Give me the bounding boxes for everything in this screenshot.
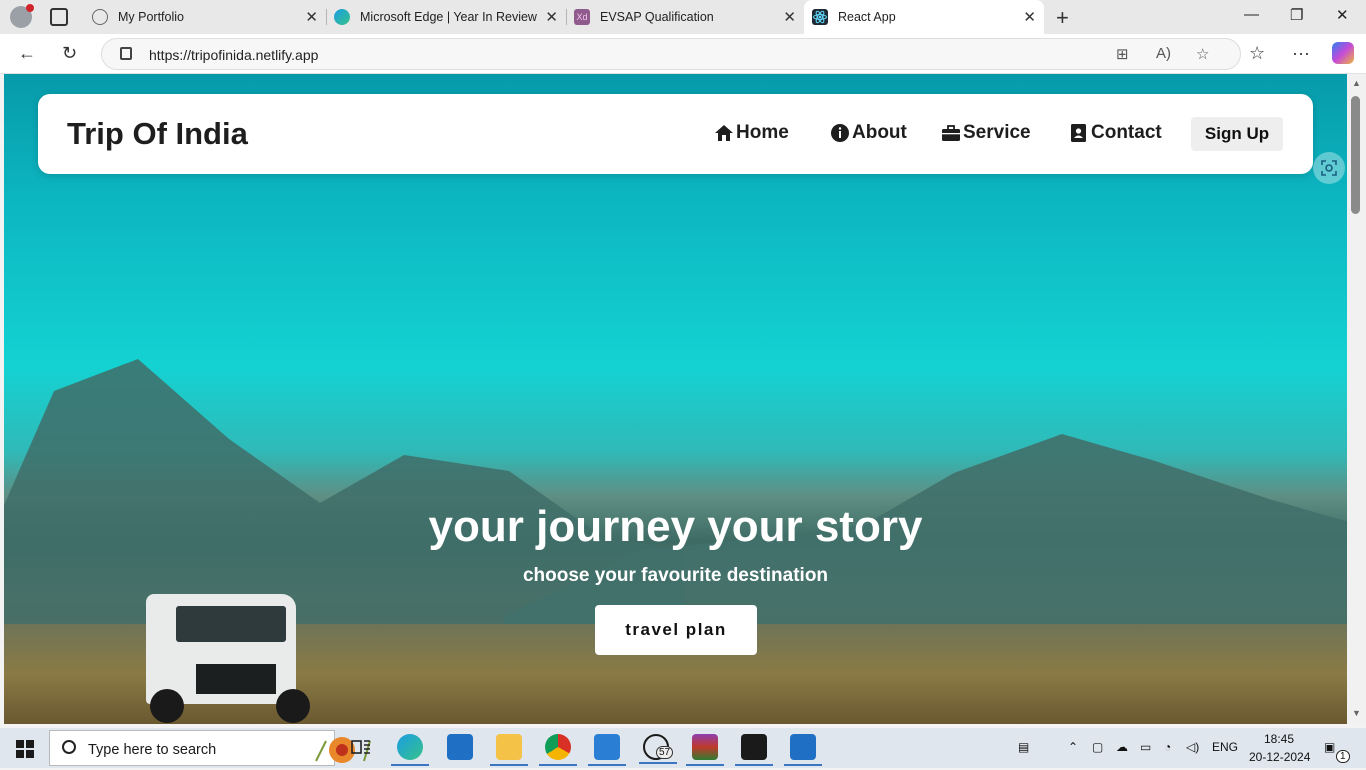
app-available-icon[interactable]: ⊞ [1116, 45, 1129, 63]
react-icon [812, 9, 828, 25]
news-widget-icon[interactable]: ▤ [1018, 740, 1029, 754]
onedrive-icon[interactable]: ☁ [1116, 740, 1128, 754]
scroll-down-icon[interactable]: ▼ [1352, 708, 1361, 718]
sign-up-button[interactable]: Sign Up [1191, 117, 1283, 151]
nav-service-link[interactable]: Service [941, 122, 1031, 144]
more-menu-icon[interactable]: ··· [1292, 43, 1310, 64]
search-placeholder: Type here to search [88, 742, 217, 758]
notification-icon[interactable]: ▣ [1324, 740, 1335, 754]
terminal-icon[interactable] [735, 734, 773, 766]
clock-time[interactable]: 18:45 [1264, 732, 1294, 746]
battery-icon[interactable]: ▭ [1140, 740, 1151, 754]
travel-plan-button[interactable]: travel plan [595, 605, 757, 655]
info-circle-icon [830, 123, 850, 143]
show-hidden-icons[interactable]: ⌃ [1068, 740, 1078, 754]
tab-strip: My Portfolio ✕ Microsoft Edge | Year In … [0, 0, 1366, 34]
profile-avatar[interactable] [10, 4, 34, 28]
browser-toolbar: ← ↻ https://tripofinida.netlify.app ⊞ A)… [0, 34, 1366, 74]
hero-title: your journey your story [428, 502, 923, 551]
window-close-icon[interactable]: ✕ [1336, 6, 1349, 24]
tab-year-in-review[interactable]: Microsoft Edge | Year In Review ✕ [326, 0, 566, 34]
wifi-icon[interactable]: ◔ [1164, 740, 1171, 754]
notification-count-badge: 1 [1336, 750, 1350, 763]
winrar-icon[interactable] [686, 734, 724, 766]
tab-my-portfolio[interactable]: My Portfolio ✕ [84, 0, 326, 34]
favorites-icon[interactable]: ☆ [1249, 43, 1265, 64]
xd-icon: Xd [574, 9, 590, 25]
brand-logo[interactable]: Trip Of India [67, 116, 248, 152]
close-icon[interactable]: ✕ [1023, 8, 1036, 26]
scrollbar-thumb[interactable] [1351, 96, 1360, 214]
favorite-star-icon[interactable]: ☆ [1196, 45, 1209, 63]
vscode-icon[interactable] [588, 734, 626, 766]
meet-now-icon[interactable]: ▢ [1092, 740, 1103, 754]
task-view-icon[interactable] [348, 734, 374, 760]
search-icon [62, 740, 76, 754]
url-text[interactable]: https://tripofinida.netlify.app [149, 47, 318, 63]
nav-contact-link[interactable]: Contact [1069, 122, 1162, 144]
page-viewport: Trip Of India Home About Service Contact [4, 74, 1347, 724]
read-aloud-icon[interactable]: A) [1156, 45, 1171, 62]
tab-title: My Portfolio [118, 10, 184, 24]
nav-home-link[interactable]: Home [714, 122, 789, 144]
language-indicator[interactable]: ENG [1212, 740, 1238, 754]
globe-icon [92, 9, 108, 25]
house-icon [714, 123, 734, 143]
close-icon[interactable]: ✕ [545, 8, 558, 26]
mail-icon[interactable] [447, 734, 473, 760]
tab-title: EVSAP Qualification [600, 10, 714, 24]
tab-evsap[interactable]: Xd EVSAP Qualification ✕ [566, 0, 804, 34]
nav-label: Home [736, 122, 789, 143]
whatsapp-unread-badge: 57 [656, 746, 674, 759]
windows-start-icon[interactable] [16, 740, 34, 758]
taskbar-search-box[interactable]: Type here to search [49, 730, 371, 766]
nav-label: About [852, 122, 907, 143]
chrome-icon[interactable] [539, 734, 577, 766]
lock-icon[interactable] [120, 47, 132, 60]
contact-card-icon [1069, 123, 1089, 143]
minimize-icon[interactable]: — [1244, 6, 1259, 23]
tab-actions-icon[interactable] [50, 8, 68, 26]
scroll-up-icon[interactable]: ▲ [1352, 78, 1361, 88]
back-arrow-icon[interactable]: ← [18, 43, 36, 64]
close-icon[interactable]: ✕ [783, 8, 796, 26]
clock-date[interactable]: 20-12-2024 [1249, 750, 1310, 764]
volume-icon[interactable]: ◁) [1186, 740, 1199, 754]
visual-search-icon[interactable] [1313, 152, 1345, 184]
tab-title: React App [838, 10, 896, 24]
close-icon[interactable]: ✕ [305, 8, 318, 26]
restore-icon[interactable]: ❐ [1290, 6, 1303, 24]
tab-title: Microsoft Edge | Year In Review [360, 10, 537, 24]
hero-jeep-image [146, 594, 318, 724]
nav-about-link[interactable]: About [830, 122, 907, 144]
edge-icon [334, 9, 350, 25]
nav-label: Service [963, 122, 1031, 143]
hero-subtitle: choose your favourite destination [522, 565, 829, 586]
edge-taskbar-icon[interactable] [391, 734, 429, 766]
refresh-icon[interactable]: ↻ [62, 43, 77, 64]
new-tab-icon[interactable]: + [1056, 5, 1069, 31]
address-bar[interactable]: https://tripofinida.netlify.app ⊞ A) ☆ [101, 38, 1241, 70]
file-explorer-icon[interactable] [490, 734, 528, 766]
tab-react-app[interactable]: React App ✕ [804, 0, 1044, 34]
page-scrollbar[interactable]: ▲ ▼ [1347, 74, 1366, 724]
store-icon[interactable] [784, 734, 822, 766]
navbar: Trip Of India Home About Service Contact [38, 94, 1313, 174]
nav-label: Contact [1091, 122, 1162, 143]
briefcase-icon [941, 123, 961, 143]
copilot-icon[interactable] [1332, 42, 1354, 64]
taskbar: Type here to search [0, 728, 1366, 768]
